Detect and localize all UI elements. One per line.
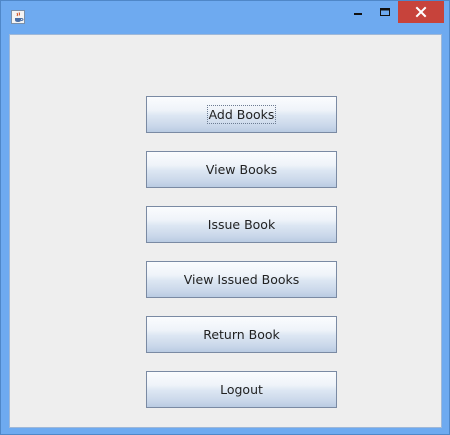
add-books-button[interactable]: Add Books bbox=[146, 96, 337, 133]
view-books-button[interactable]: View Books bbox=[146, 151, 337, 188]
logout-label: Logout bbox=[220, 382, 263, 397]
java-cup-icon[interactable] bbox=[11, 10, 25, 24]
return-book-label: Return Book bbox=[203, 327, 280, 342]
title-bar[interactable] bbox=[1, 1, 449, 32]
return-book-button[interactable]: Return Book bbox=[146, 316, 337, 353]
app-window: Add Books View Books Issue Book View Iss… bbox=[0, 0, 450, 435]
logout-button[interactable]: Logout bbox=[146, 371, 337, 408]
view-books-label: View Books bbox=[205, 162, 278, 177]
view-issued-books-label: View Issued Books bbox=[183, 272, 300, 287]
minimize-icon bbox=[354, 13, 362, 15]
issue-book-label: Issue Book bbox=[207, 217, 276, 232]
content-panel: Add Books View Books Issue Book View Iss… bbox=[9, 34, 442, 428]
add-books-label: Add Books bbox=[206, 105, 277, 124]
issue-book-button[interactable]: Issue Book bbox=[146, 206, 337, 243]
minimize-button[interactable] bbox=[345, 1, 371, 23]
close-icon bbox=[415, 6, 427, 18]
view-issued-books-button[interactable]: View Issued Books bbox=[146, 261, 337, 298]
close-button[interactable] bbox=[398, 1, 444, 23]
maximize-icon bbox=[380, 8, 390, 16]
maximize-button[interactable] bbox=[371, 1, 398, 23]
